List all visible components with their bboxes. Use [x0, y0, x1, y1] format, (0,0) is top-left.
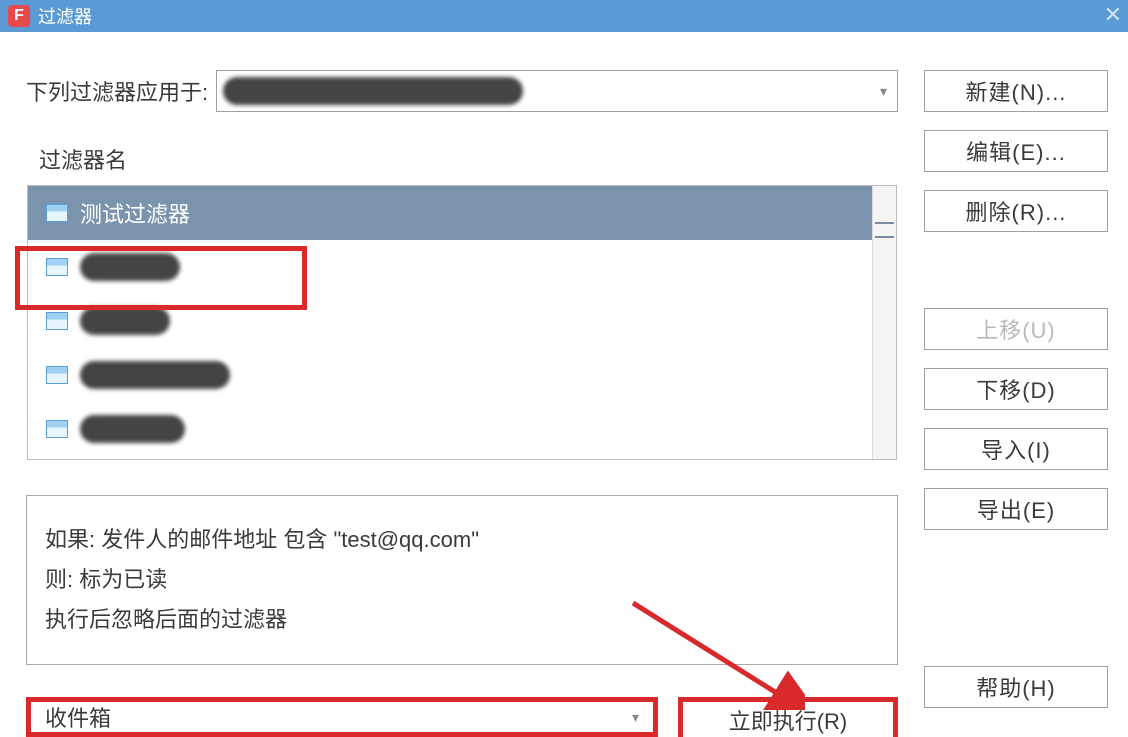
export-label: 导出(E) — [977, 493, 1055, 525]
rule-post-action: 执行后忽略后面的过滤器 — [45, 600, 879, 640]
delete-button[interactable]: 删除(R)... — [924, 190, 1108, 232]
filter-item-icon — [46, 420, 68, 438]
filter-item-label-redacted — [80, 253, 180, 281]
filter-item-icon — [46, 366, 68, 384]
apply-to-value-redacted — [223, 77, 523, 105]
execute-now-label: 立即执行(R) — [729, 704, 848, 736]
delete-button-label: 删除(R)... — [966, 195, 1067, 227]
content-area: 下列过滤器应用于: ▾ 过滤器名 测试过滤器 — [0, 50, 1128, 727]
edit-button-label: 编辑(E)... — [966, 135, 1066, 167]
folder-dropdown[interactable]: 收件箱 ▾ — [26, 697, 658, 737]
filter-item-icon — [46, 258, 68, 276]
filter-list: 测试过滤器 — [27, 186, 897, 460]
help-label: 帮助(H) — [976, 671, 1056, 703]
apply-to-row: 下列过滤器应用于: ▾ — [26, 70, 898, 112]
filter-item[interactable] — [28, 240, 872, 294]
folder-dropdown-value: 收件箱 — [45, 701, 111, 733]
apply-to-label: 下列过滤器应用于: — [26, 75, 208, 107]
filter-item-label-redacted — [80, 361, 230, 389]
bottom-action-row: 收件箱 ▾ 立即执行(R) — [26, 697, 898, 737]
title-bar: F 过滤器 ✕ — [0, 0, 1128, 32]
filter-list-inner: 测试过滤器 — [28, 186, 872, 459]
chevron-down-icon: ▾ — [632, 709, 639, 726]
move-up-button[interactable]: 上移(U) — [924, 308, 1108, 350]
window-title: 过滤器 — [38, 3, 92, 29]
help-button[interactable]: 帮助(H) — [924, 666, 1108, 708]
import-button[interactable]: 导入(I) — [924, 428, 1108, 470]
filter-item[interactable] — [28, 402, 872, 456]
spacer — [924, 250, 1114, 290]
right-button-column: 新建(N)... 编辑(E)... 删除(R)... 上移(U) 下移(D) 导… — [924, 70, 1114, 727]
move-down-label: 下移(D) — [976, 373, 1056, 405]
rule-condition: 如果: 发件人的邮件地址 包含 "test@qq.com" — [45, 520, 879, 560]
rule-description-box: 如果: 发件人的邮件地址 包含 "test@qq.com" 则: 标为已读 执行… — [26, 495, 898, 665]
new-button[interactable]: 新建(N)... — [924, 70, 1108, 112]
filter-item-icon — [46, 312, 68, 330]
spacer — [924, 548, 1114, 648]
move-up-label: 上移(U) — [976, 313, 1056, 345]
app-icon: F — [8, 5, 30, 27]
move-down-button[interactable]: 下移(D) — [924, 368, 1108, 410]
execute-now-button[interactable]: 立即执行(R) — [678, 697, 898, 737]
filter-item-label-redacted — [80, 415, 185, 443]
left-column: 下列过滤器应用于: ▾ 过滤器名 测试过滤器 — [26, 70, 898, 727]
filter-item-label: 测试过滤器 — [80, 197, 190, 229]
export-button[interactable]: 导出(E) — [924, 488, 1108, 530]
apply-to-dropdown[interactable]: ▾ — [216, 70, 898, 112]
filter-list-header: 过滤器名 — [27, 139, 897, 186]
new-button-label: 新建(N)... — [966, 75, 1067, 107]
filter-item-label-redacted — [80, 307, 170, 335]
chevron-down-icon: ▾ — [880, 83, 887, 100]
scrollbar-thumb[interactable] — [875, 222, 894, 238]
filter-item-icon — [46, 204, 68, 222]
rule-action: 则: 标为已读 — [45, 560, 879, 600]
filter-item[interactable] — [28, 294, 872, 348]
filter-item[interactable] — [28, 348, 872, 402]
filter-name-group: 过滤器名 测试过滤器 — [26, 138, 898, 461]
filter-item-selected[interactable]: 测试过滤器 — [28, 186, 872, 240]
import-label: 导入(I) — [981, 433, 1051, 465]
close-icon[interactable]: ✕ — [1104, 2, 1122, 28]
edit-button[interactable]: 编辑(E)... — [924, 130, 1108, 172]
scrollbar[interactable] — [872, 186, 896, 459]
